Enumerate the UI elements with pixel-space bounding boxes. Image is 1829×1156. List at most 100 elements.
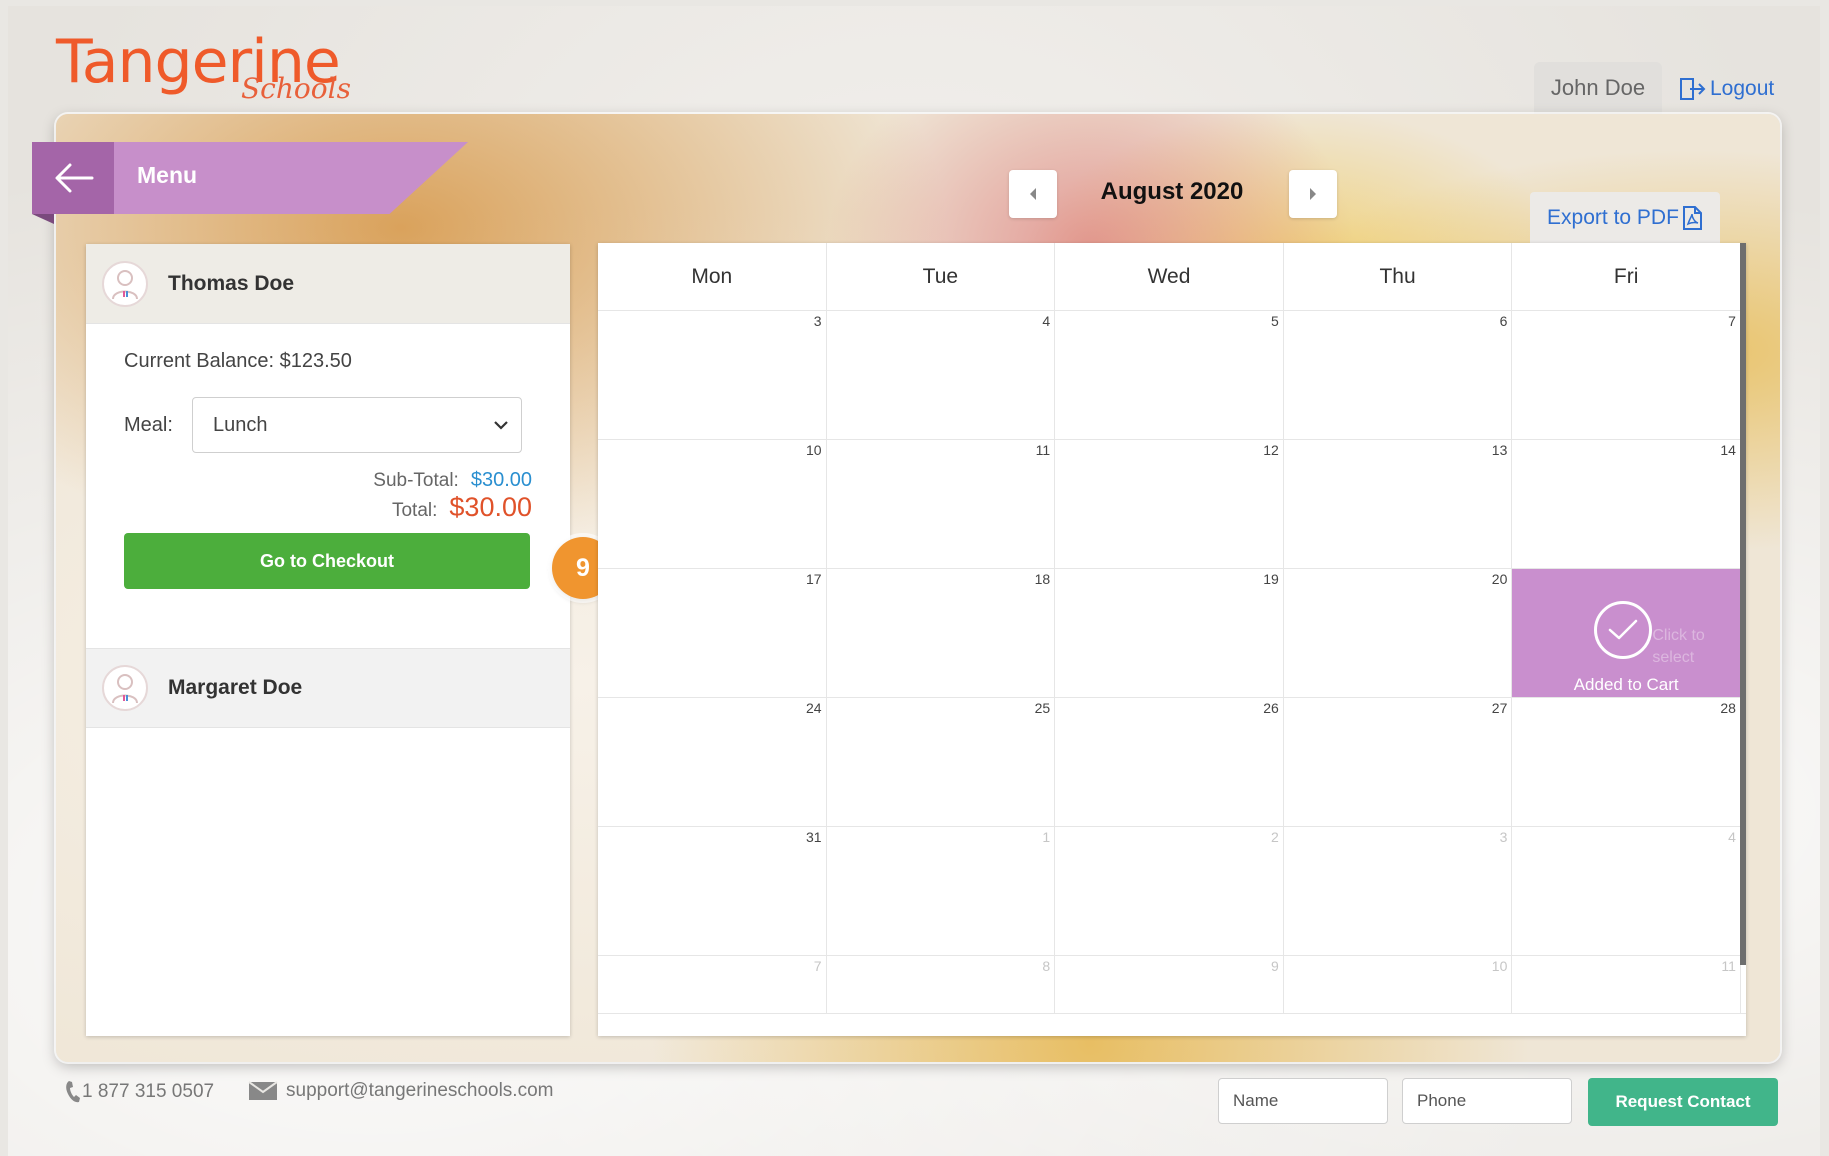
back-button[interactable] [52, 158, 96, 198]
day-number: 12 [1263, 442, 1279, 458]
select-hint: Click to select [1652, 627, 1705, 666]
tangerine-logo[interactable]: Tangerine Schools [56, 30, 351, 110]
calendar-week: 31 1 2 3 4 [598, 827, 1746, 956]
day-number: 11 [1035, 442, 1051, 458]
day-cell-other-month[interactable]: 3 [1284, 827, 1513, 955]
day-number: 31 [806, 829, 822, 845]
day-cell-other-month[interactable]: 10 [1284, 956, 1513, 1013]
mail-icon [248, 1081, 278, 1100]
day-number: 8 [1042, 958, 1051, 974]
day-cell[interactable]: 31 [598, 827, 827, 955]
calendar: Mon Tue Wed Thu Fri 3 4 5 6 7 10 11 12 1… [598, 243, 1746, 1036]
day-cell[interactable]: 5 [1055, 311, 1284, 439]
day-cell[interactable]: 24 [598, 698, 827, 826]
calendar-week: 7 8 9 10 11 [598, 956, 1746, 1014]
day-cell-added-to-cart[interactable]: Click to select Added to Cart [1512, 569, 1741, 697]
day-cell[interactable]: 17 [598, 569, 827, 697]
footer-email[interactable]: support@tangerineschools.com [248, 1080, 553, 1102]
contact-name-input[interactable] [1218, 1078, 1388, 1124]
prev-month-button[interactable] [1009, 170, 1057, 218]
day-number: 9 [1270, 958, 1279, 974]
total-value: $30.00 [449, 492, 532, 522]
checkout-button[interactable]: Go to Checkout [124, 533, 530, 589]
day-cell-other-month[interactable]: 4 [1512, 827, 1741, 955]
day-cell[interactable]: 18 [827, 569, 1056, 697]
calendar-week: 3 4 5 6 7 [598, 311, 1746, 440]
day-number: 19 [1263, 571, 1279, 587]
meal-row: Meal: Lunch [124, 397, 532, 453]
day-cell[interactable]: 4 [827, 311, 1056, 439]
day-cell[interactable]: 6 [1284, 311, 1513, 439]
subtotal-value: $30.00 [470, 469, 532, 491]
day-cell[interactable]: 12 [1055, 440, 1284, 568]
student-header-margaret[interactable]: Margaret Doe [86, 648, 570, 728]
arrow-left-icon [55, 163, 94, 193]
day-cell[interactable]: 7 [1512, 311, 1741, 439]
user-name-chip[interactable]: John Doe [1534, 62, 1662, 114]
pdf-icon [1682, 206, 1702, 230]
caret-left-icon [1030, 188, 1036, 200]
day-cell[interactable]: 20 [1284, 569, 1513, 697]
day-cell-other-month[interactable]: 11 [1512, 956, 1741, 1013]
calendar-week: 24 25 26 27 28 [598, 698, 1746, 827]
calendar-week: 17 18 19 20 Click to select Added to Car… [598, 569, 1746, 698]
total-row: Total: $30.00 [124, 492, 532, 523]
export-pdf-label: Export to PDF [1547, 206, 1679, 229]
day-number: 13 [1491, 442, 1508, 458]
current-balance: Current Balance: $123.50 [124, 350, 352, 372]
day-number: 24 [806, 700, 822, 716]
menu-title: Menu [137, 162, 198, 188]
day-cell[interactable]: 27 [1284, 698, 1513, 826]
day-number: 10 [1491, 958, 1508, 974]
logout-icon [1680, 78, 1706, 100]
day-number: 20 [1491, 571, 1508, 587]
day-number: 10 [806, 442, 822, 458]
weekday-header: Wed [1055, 243, 1284, 310]
day-number: 27 [1491, 700, 1508, 716]
day-cell[interactable]: 13 [1284, 440, 1513, 568]
day-number: 5 [1270, 313, 1279, 329]
logout-label: Logout [1710, 77, 1775, 100]
day-cell[interactable]: 3 [598, 311, 827, 439]
footer-phone[interactable]: 1 877 315 0507 [64, 1080, 214, 1104]
student-details: Current Balance: $123.50 Meal: Lunch Sub… [86, 324, 570, 648]
day-number: 28 [1720, 700, 1736, 716]
user-avatar-icon [102, 665, 148, 711]
day-cell-other-month[interactable]: 9 [1055, 956, 1284, 1013]
day-cell[interactable]: 11 [827, 440, 1056, 568]
request-contact-button[interactable]: Request Contact [1588, 1078, 1778, 1126]
total-label: Total: [391, 500, 438, 521]
contact-phone-input[interactable] [1402, 1078, 1572, 1124]
student-name: Thomas Doe [168, 271, 295, 295]
day-cell-other-month[interactable]: 7 [598, 956, 827, 1013]
day-cell[interactable]: 14 [1512, 440, 1741, 568]
day-cell[interactable]: 25 [827, 698, 1056, 826]
meal-select[interactable]: Lunch [192, 397, 522, 453]
logout-link[interactable]: Logout [1680, 74, 1774, 104]
month-label: August 2020 [1100, 178, 1244, 205]
student-header-thomas[interactable]: Thomas Doe [86, 244, 570, 324]
day-cell-other-month[interactable]: 8 [827, 956, 1056, 1013]
weekday-header: Thu [1284, 243, 1513, 310]
caret-right-icon [1310, 188, 1316, 200]
day-cell[interactable]: 26 [1055, 698, 1284, 826]
day-cell[interactable]: 10 [598, 440, 827, 568]
day-number: 17 [806, 571, 822, 587]
user-avatar-icon [102, 260, 148, 307]
day-cell[interactable]: 28 [1512, 698, 1741, 826]
weekday-header: Tue [827, 243, 1056, 310]
meal-label: Meal: [124, 413, 173, 436]
calendar-week: 10 11 12 13 14 [598, 440, 1746, 569]
day-number: 1 [1042, 829, 1051, 845]
day-cell[interactable]: 19 [1055, 569, 1284, 697]
day-number: 3 [813, 313, 822, 329]
day-number: 7 [1728, 313, 1736, 329]
calendar-scrollbar[interactable] [1740, 243, 1746, 965]
day-number: 18 [1034, 571, 1051, 587]
day-cell-other-month[interactable]: 2 [1055, 827, 1284, 955]
next-month-button[interactable] [1289, 170, 1337, 218]
footer-email-text: support@tangerineschools.com [286, 1080, 554, 1101]
day-number: 11 [1721, 958, 1736, 974]
day-cell-other-month[interactable]: 1 [827, 827, 1056, 955]
export-pdf-button[interactable]: Export to PDF [1530, 192, 1720, 244]
